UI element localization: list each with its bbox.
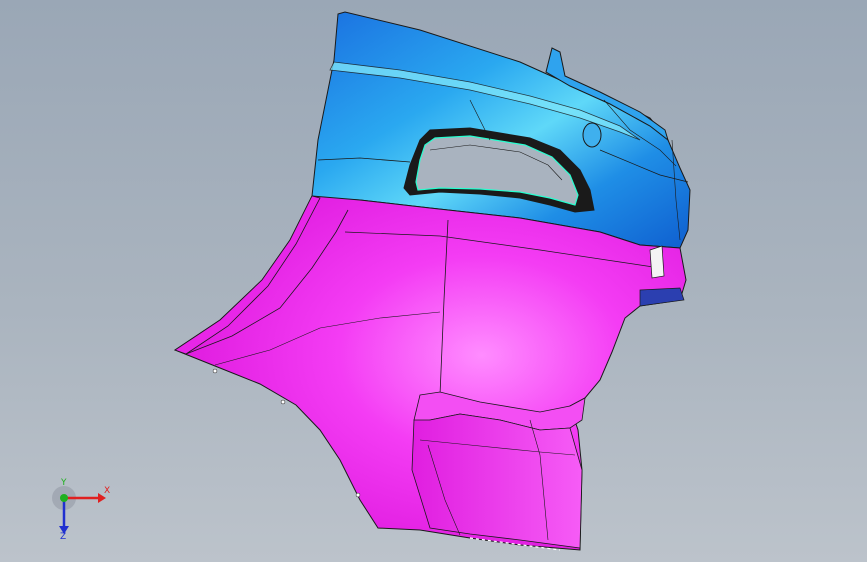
graphics-viewport[interactable]: X Y Z bbox=[0, 0, 867, 562]
part-model[interactable] bbox=[0, 0, 867, 562]
x-axis-label: X bbox=[104, 486, 111, 496]
z-axis-label: Z bbox=[60, 532, 67, 542]
y-axis-label: Y bbox=[61, 478, 67, 488]
coordinate-triad: X Y Z bbox=[40, 478, 120, 550]
y-axis-dot bbox=[60, 494, 68, 502]
lower-panel-surface bbox=[173, 195, 687, 551]
